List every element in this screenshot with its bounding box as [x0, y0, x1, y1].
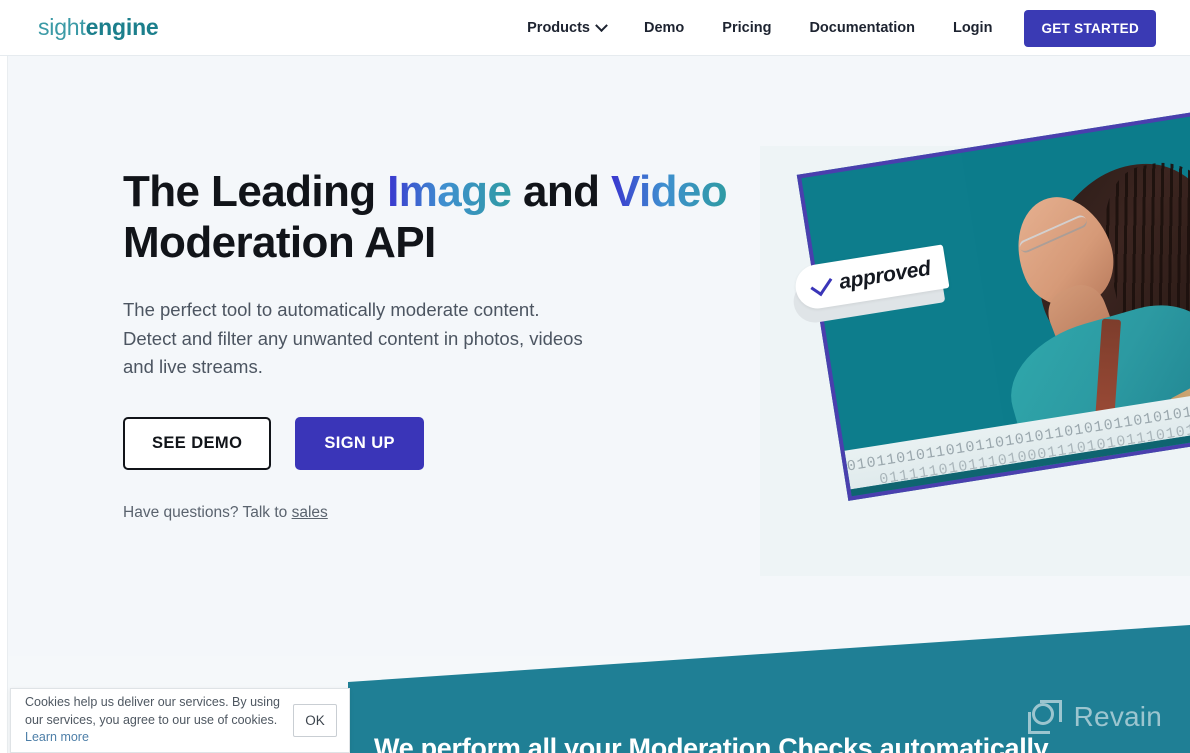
hero-graphic: 1010110101101011010101101010110101011010…: [770, 109, 1190, 520]
revain-watermark: Revain: [1027, 700, 1162, 734]
headline-part-1: The Leading: [123, 167, 388, 216]
headline-part-2: Moderation API: [123, 218, 436, 267]
see-demo-button[interactable]: SEE DEMO: [123, 416, 272, 470]
cookie-ok-button[interactable]: OK: [293, 704, 337, 737]
get-started-button[interactable]: GET STARTED: [1024, 9, 1156, 47]
nav-label-documentation: Documentation: [809, 20, 915, 36]
cookie-consent-banner: Cookies help us deliver our services. By…: [10, 688, 350, 753]
logo-text-bold: engine: [85, 14, 159, 40]
nav-item-login[interactable]: Login: [934, 0, 1011, 56]
contact-sales-line: Have questions? Talk to sales: [123, 504, 743, 522]
main-navigation: Products Demo Pricing Documentation Logi…: [508, 0, 1156, 56]
contact-sales-prefix: Have questions? Talk to: [123, 503, 292, 521]
nav-label-pricing: Pricing: [722, 20, 772, 36]
site-logo[interactable]: sightengine: [38, 14, 159, 41]
cookie-learn-more-link[interactable]: Learn more: [25, 730, 89, 744]
page-title: The Leading Image and Video Moderation AP…: [123, 166, 743, 268]
headline-conjunction: and: [511, 167, 612, 216]
nav-label-products: Products: [527, 20, 590, 36]
check-icon: [810, 271, 833, 296]
headline-highlight-video: Video: [611, 167, 728, 216]
revain-logo-icon: [1027, 700, 1062, 734]
cookie-consent-text: Cookies help us deliver our services. By…: [25, 694, 293, 747]
nav-item-documentation[interactable]: Documentation: [790, 0, 934, 56]
nav-item-products[interactable]: Products: [508, 0, 625, 56]
headline-highlight-image: Image: [387, 167, 512, 216]
nav-label-login: Login: [952, 20, 993, 36]
viewport-left-edge: [0, 56, 8, 753]
approved-badge-label: approved: [837, 256, 933, 294]
hero-button-row: SEE DEMO SIGN UP: [123, 416, 743, 470]
hero-copy-block: The Leading Image and Video Moderation AP…: [123, 166, 743, 522]
sign-up-button[interactable]: SIGN UP: [295, 416, 424, 470]
nav-item-demo[interactable]: Demo: [625, 0, 703, 56]
nav-item-pricing[interactable]: Pricing: [703, 0, 790, 56]
chevron-down-icon: [595, 18, 608, 32]
logo-text-light: sight: [38, 14, 86, 40]
page-root: sightengine Products Demo Pricing Docume…: [0, 0, 1190, 753]
cookie-text-body: Cookies help us deliver our services. By…: [25, 695, 280, 727]
features-section-title: We perform all your Moderation Checks au…: [374, 733, 1049, 753]
revain-watermark-label: Revain: [1073, 701, 1162, 732]
site-header: sightengine Products Demo Pricing Docume…: [0, 0, 1190, 56]
nav-label-demo: Demo: [643, 20, 685, 36]
hero-subtext: The perfect tool to automatically modera…: [123, 299, 583, 377]
sales-link[interactable]: sales: [292, 504, 328, 521]
